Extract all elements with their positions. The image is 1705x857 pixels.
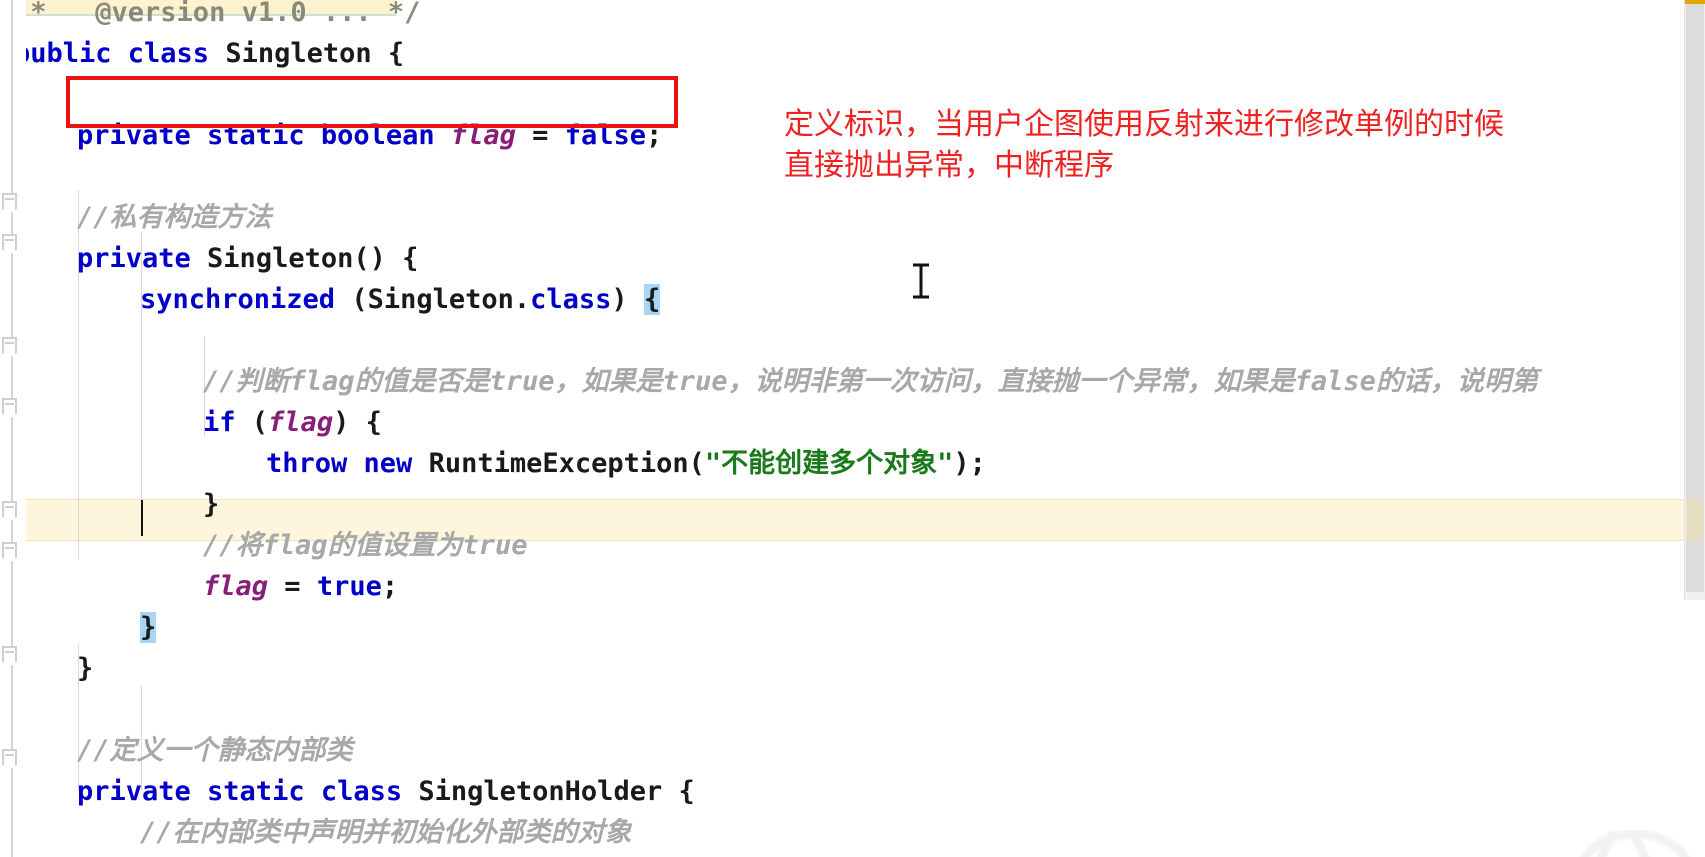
fold-marker[interactable] xyxy=(0,645,24,667)
line-throw-token-3: ); xyxy=(953,448,986,479)
line-blank-3[interactable] xyxy=(0,320,1705,361)
line-synchronized-token-2: class xyxy=(530,284,612,315)
line-if-flag-token-0: if xyxy=(203,407,252,438)
line-blank-4[interactable] xyxy=(0,689,1705,730)
line-close-ctor-token-0: } xyxy=(77,653,94,684)
fold-marker[interactable] xyxy=(0,748,24,770)
line-holder-decl[interactable]: private static class SingletonHolder { xyxy=(0,771,1705,812)
line-assign-flag[interactable]: flag = true; xyxy=(0,566,1705,607)
line-assign-flag-token-2: true xyxy=(316,571,382,602)
code-editor-screen: * @version v1.0 ... */ public class Singl… xyxy=(0,0,1705,857)
line-comment-inner-init[interactable]: //在内部类中声明并初始化外部类的对象 xyxy=(0,812,1705,853)
line-throw-token-1: RuntimeException( xyxy=(428,448,705,479)
line-close-sync-token-0: } xyxy=(140,612,157,643)
annotation-line-1: 定义标识，当用户企图使用反射来进行修改单例的时候 xyxy=(784,107,1504,142)
line-comment-static-inner[interactable]: //定义一个静态内部类 xyxy=(0,730,1705,771)
line-flag-decl-token-0: private static boolean xyxy=(77,120,451,151)
scrollbar-top-marker[interactable] xyxy=(1685,0,1705,4)
line-throw-token-0: throw new xyxy=(266,448,429,479)
fold-marker[interactable] xyxy=(0,541,24,563)
fold-marker[interactable] xyxy=(0,233,24,255)
line-close-ctor[interactable]: } xyxy=(0,648,1705,689)
line-class-decl-token-1: Singleton { xyxy=(225,38,405,69)
line-javadoc-tail-token-0: * @version v1.0 ... */ xyxy=(14,0,421,28)
line-if-flag[interactable]: if (flag) { xyxy=(0,402,1705,443)
line-close-sync[interactable]: } xyxy=(0,607,1705,648)
line-comment-set-flag[interactable]: //将flag的值设置为true xyxy=(0,525,1705,566)
line-flag-decl-token-4: ; xyxy=(645,120,663,151)
line-comment-static-inner-token-0: //定义一个静态内部类 xyxy=(77,735,353,766)
line-synchronized[interactable]: synchronized (Singleton.class) { xyxy=(0,279,1705,320)
line-close-if[interactable]: } xyxy=(0,484,1705,525)
gutter-vertical-rule xyxy=(11,0,13,857)
line-class-decl[interactable]: public class Singleton { xyxy=(0,33,1705,74)
line-assign-flag-token-0: flag xyxy=(203,571,269,602)
fold-marker[interactable] xyxy=(0,397,24,419)
line-comment-judge-flag[interactable]: //判断flag的值是否是true，如果是true，说明非第一次访问，直接抛一个… xyxy=(0,361,1705,402)
line-if-flag-token-1: ( xyxy=(251,407,269,438)
fold-marker[interactable] xyxy=(0,500,24,522)
text-caret xyxy=(141,500,143,536)
line-class-decl-token-0: public class xyxy=(14,38,226,69)
line-throw-token-2: "不能创建多个对象" xyxy=(704,448,954,479)
line-if-flag-token-2: flag xyxy=(268,407,334,438)
line-comment-private-ctor[interactable]: //私有构造方法 xyxy=(0,197,1705,238)
line-instance-decl[interactable]: private static final Singleton INSTANCE … xyxy=(0,853,1705,857)
line-throw[interactable]: throw new RuntimeException("不能创建多个对象"); xyxy=(0,443,1705,484)
fold-marker[interactable] xyxy=(0,336,24,358)
line-assign-flag-token-3: ; xyxy=(381,571,399,602)
line-flag-decl-token-1: flag xyxy=(450,120,516,151)
line-comment-judge-flag-token-0: //判断flag的值是否是true，如果是true，说明非第一次访问，直接抛一个… xyxy=(203,366,1538,397)
line-ctor-decl[interactable]: private Singleton() { xyxy=(0,238,1705,279)
mouse-ibeam-cursor xyxy=(910,262,932,300)
line-if-flag-token-3: ) { xyxy=(333,407,382,438)
line-comment-private-ctor-token-0: //私有构造方法 xyxy=(77,202,272,233)
editor-gutter xyxy=(0,0,26,857)
line-holder-decl-token-1: SingletonHolder { xyxy=(418,776,695,807)
line-synchronized-token-4: { xyxy=(643,284,661,315)
red-annotation-text: 定义标识，当用户企图使用反射来进行修改单例的时候 直接抛出异常，中断程序 xyxy=(784,104,1564,186)
line-flag-decl-token-3: false xyxy=(564,120,646,151)
line-ctor-decl-token-0: private xyxy=(77,243,208,274)
line-assign-flag-token-1: = xyxy=(268,571,317,602)
fold-marker[interactable] xyxy=(0,192,24,214)
line-comment-set-flag-token-0: //将flag的值设置为true xyxy=(203,530,528,561)
line-synchronized-token-3: ) xyxy=(611,284,644,315)
watermark-logo xyxy=(1560,782,1705,857)
scrollbar-current-line-band xyxy=(1686,499,1704,540)
line-flag-decl-token-2: = xyxy=(515,120,565,151)
line-close-if-token-0: } xyxy=(203,489,220,520)
line-synchronized-token-1: (Singleton. xyxy=(351,284,531,315)
line-ctor-decl-token-1: Singleton() { xyxy=(207,243,419,274)
line-comment-inner-init-token-0: //在内部类中声明并初始化外部类的对象 xyxy=(140,817,632,848)
annotation-line-2: 直接抛出异常，中断程序 xyxy=(784,148,1114,183)
vertical-scrollbar-track[interactable] xyxy=(1684,0,1705,600)
line-holder-decl-token-0: private static class xyxy=(77,776,419,807)
line-javadoc-tail[interactable]: * @version v1.0 ... */ xyxy=(0,0,1705,33)
line-synchronized-token-0: synchronized xyxy=(140,284,352,315)
